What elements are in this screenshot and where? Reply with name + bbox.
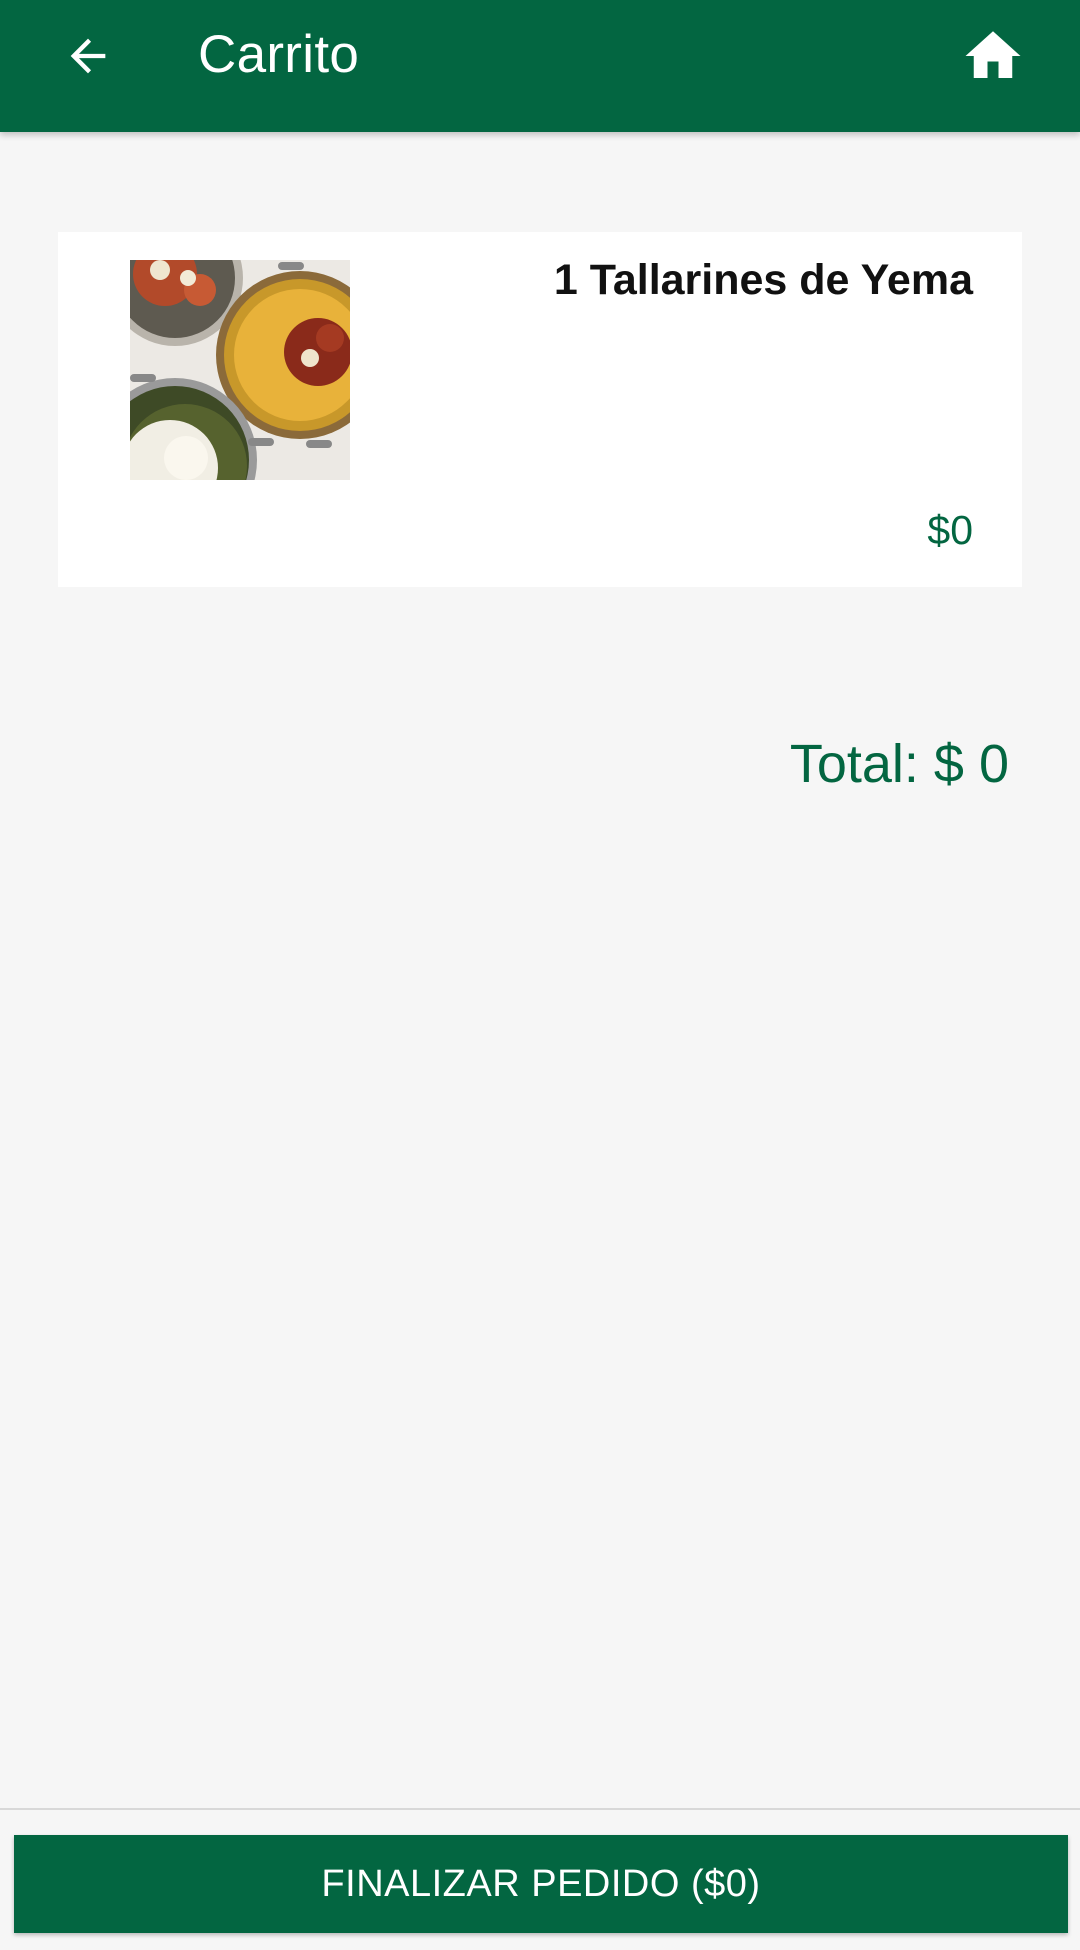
divider — [0, 1808, 1080, 1810]
home-icon — [965, 31, 1021, 78]
page-title: Carrito — [198, 25, 360, 84]
product-name: 1 Tallarines de Yema — [553, 256, 973, 304]
arrow-left-icon — [70, 38, 106, 74]
cart-item-card[interactable]: 1 Tallarines de Yema $0 — [58, 232, 1022, 587]
product-image — [130, 260, 350, 480]
app-bar: Carrito — [0, 0, 1080, 132]
cart-total: Total: $ 0 — [789, 734, 1009, 794]
home-button[interactable] — [957, 20, 1029, 92]
back-button[interactable] — [52, 20, 124, 92]
product-price: $0 — [927, 507, 973, 553]
finalize-order-button[interactable]: FINALIZAR PEDIDO ($0) — [14, 1835, 1068, 1933]
pasta-dish-photo — [130, 260, 350, 480]
